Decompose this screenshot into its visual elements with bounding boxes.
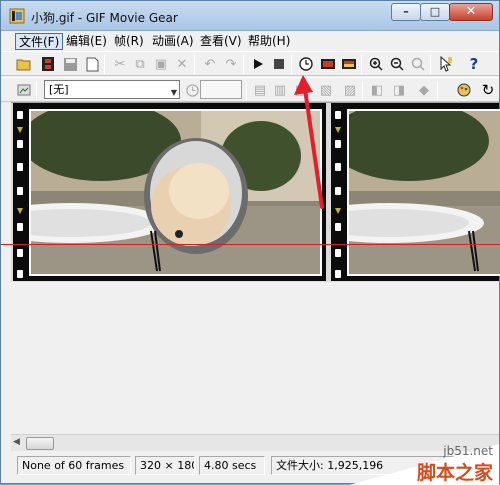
status-dimensions: 320 × 180 <box>135 456 195 475</box>
frames-panel <box>11 102 500 282</box>
close-icon: ✕ <box>465 4 477 19</box>
play-icon[interactable] <box>249 55 267 73</box>
frame-properties-icon[interactable] <box>15 81 33 99</box>
frame-1-image <box>29 109 322 276</box>
watermark-url: jb51.net <box>443 444 493 458</box>
minimize-button[interactable]: – <box>391 3 421 21</box>
menu-edit[interactable]: 编辑(E) <box>63 33 110 50</box>
frame-2-image <box>347 109 500 276</box>
frame-edit-icon-5[interactable]: ▨ <box>341 81 359 99</box>
zoom-fit-icon[interactable] <box>409 55 427 73</box>
cut-icon[interactable]: ✂ <box>111 55 129 73</box>
copy-icon[interactable]: ⧉ <box>131 55 149 73</box>
delay-clock-icon <box>183 81 201 99</box>
status-frames: None of 60 frames <box>17 456 131 475</box>
new-document-icon[interactable] <box>83 55 101 73</box>
scrollbar-thumb[interactable] <box>26 437 54 450</box>
refresh-icon[interactable]: ↻ <box>479 81 497 99</box>
delay-input[interactable] <box>200 80 242 99</box>
save-icon[interactable] <box>61 55 79 73</box>
zoom-out-icon[interactable] <box>388 55 406 73</box>
puppy-in-bowl-image <box>31 111 320 274</box>
frame-marker <box>17 127 23 133</box>
window-title: 小狗.gif - GIF Movie Gear <box>31 11 178 25</box>
undo-icon[interactable]: ↶ <box>201 55 219 73</box>
maximize-button[interactable]: □ <box>420 3 450 21</box>
help-question-icon[interactable]: ? <box>465 55 483 73</box>
watermark: jb51.net 脚本之家 <box>349 444 499 485</box>
menu-frame[interactable]: 帧(R) <box>111 33 147 50</box>
frame-edit-icon-2[interactable]: ▥ <box>271 81 289 99</box>
red-guide-line <box>1 244 500 245</box>
status-duration: 4.80 secs <box>199 456 265 475</box>
app-window: 小狗.gif - GIF Movie Gear – □ ✕ 文件(F) 编辑(E… <box>0 0 500 485</box>
frame-edit-icon-8[interactable]: ◆ <box>415 81 433 99</box>
puppy-frame-2-image <box>349 111 500 274</box>
stop-icon[interactable] <box>270 55 288 73</box>
frame-selector-value: [无] <box>49 83 69 96</box>
palette-icon[interactable] <box>455 81 473 99</box>
frame-selector-combo[interactable]: [无] ▼ <box>44 80 180 99</box>
frame-edit-icon-7[interactable]: ◨ <box>390 81 408 99</box>
caption-buttons: – □ ✕ <box>391 3 493 21</box>
watermark-brand: 脚本之家 <box>416 462 493 484</box>
title-bar[interactable]: 小狗.gif - GIF Movie Gear – □ ✕ <box>1 1 499 31</box>
frame-edit-icon-1[interactable]: ▤ <box>251 81 269 99</box>
film-strip-icon[interactable] <box>39 55 57 73</box>
menu-file[interactable]: 文件(F) <box>15 33 64 50</box>
frame-marker <box>17 208 23 214</box>
minimize-icon: – <box>403 5 409 18</box>
redo-icon[interactable]: ↷ <box>222 55 240 73</box>
empty-workspace <box>11 282 499 434</box>
frame-edit-icon-6[interactable]: ◧ <box>368 81 386 99</box>
scroll-left-icon[interactable]: ◀ <box>13 437 20 447</box>
context-help-icon[interactable] <box>437 55 455 73</box>
paste-icon[interactable]: ▣ <box>152 55 170 73</box>
menu-help[interactable]: 帮助(H) <box>245 33 293 50</box>
menu-bar: 文件(F) 编辑(E) 帧(R) 动画(A) 查看(V) 帮助(H) <box>1 31 499 51</box>
frame-1[interactable] <box>13 103 326 281</box>
zoom-in-icon[interactable] <box>367 55 385 73</box>
menu-view[interactable]: 查看(V) <box>197 33 245 50</box>
frame-toolbar: [无] ▼ ▤ ▥ ▦ ▧ ▨ ◧ ◨ ◆ ↻ <box>1 77 499 102</box>
frame-marker <box>335 127 341 133</box>
main-toolbar: ✂ ⧉ ▣ ✕ ↶ ↷ ? <box>1 51 499 76</box>
chevron-down-icon: ▼ <box>170 88 177 97</box>
maximize-icon: □ <box>429 5 441 18</box>
annotation-arrow-icon <box>294 75 324 209</box>
gif-movie-gear-app-icon <box>9 8 25 24</box>
frame-2[interactable] <box>331 103 500 281</box>
frame-marker <box>335 208 341 214</box>
menu-animation[interactable]: 动画(A) <box>149 33 197 50</box>
frame-strip-icon[interactable] <box>340 55 358 73</box>
delete-icon[interactable]: ✕ <box>173 55 191 73</box>
close-button[interactable]: ✕ <box>449 3 493 21</box>
open-folder-icon[interactable] <box>15 55 33 73</box>
